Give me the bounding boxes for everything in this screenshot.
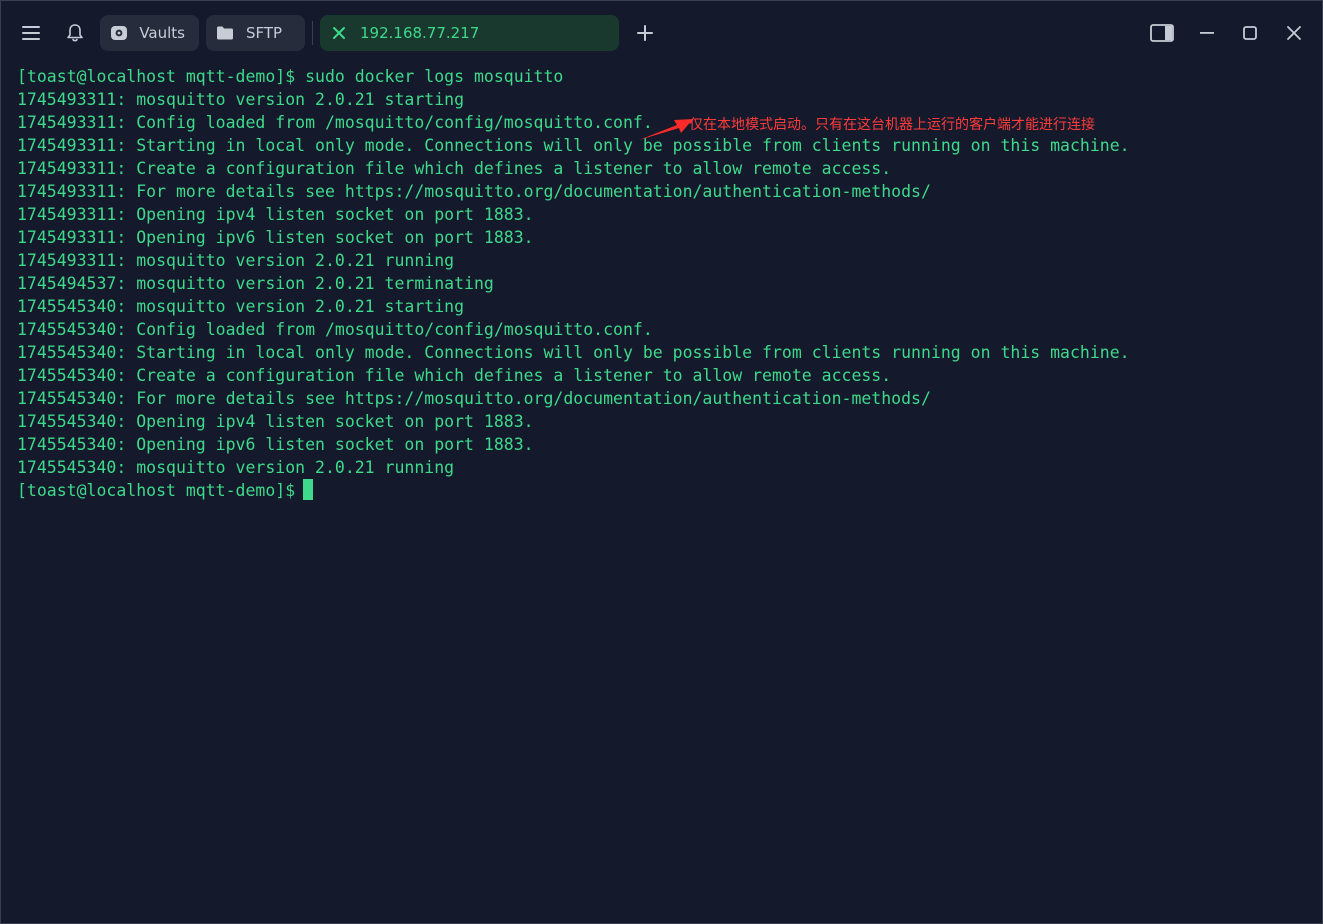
terminal-line: 1745545340: For more details see https:/… — [17, 389, 931, 408]
maximize-icon[interactable] — [1238, 21, 1262, 45]
sidebar-toggle-icon[interactable] — [1150, 21, 1174, 45]
tab-label: SFTP — [246, 24, 283, 42]
terminal-cursor — [303, 479, 314, 500]
terminal-line: 1745494537: mosquitto version 2.0.21 ter… — [17, 274, 494, 293]
terminal-line: 1745493311: mosquitto version 2.0.21 run… — [17, 251, 455, 270]
terminal-line: 1745493311: Opening ipv4 listen socket o… — [17, 205, 534, 224]
menu-icon[interactable] — [19, 21, 43, 45]
terminal-prompt-line: [toast@localhost mqtt-demo]$ — [17, 479, 1130, 502]
folder-icon — [214, 22, 236, 44]
terminal-line: 1745545340: Opening ipv6 listen socket o… — [17, 435, 534, 454]
terminal-line: 1745545340: Create a configuration file … — [17, 366, 892, 385]
terminal-line: 1745545340: Opening ipv4 listen socket o… — [17, 412, 534, 431]
terminal-line: 1745545340: Config loaded from /mosquitt… — [17, 320, 653, 339]
tab-label: 192.168.77.217 — [360, 24, 480, 42]
terminal-line: 1745545340: Starting in local only mode.… — [17, 343, 1130, 362]
tab-vaults[interactable]: Vaults — [100, 15, 199, 51]
connected-x-icon[interactable] — [328, 22, 350, 44]
terminal-line: [toast@localhost mqtt-demo]$ sudo docker… — [17, 67, 564, 86]
terminal-line: 1745493311: Starting in local only mode.… — [17, 136, 1130, 155]
terminal-prompt: [toast@localhost mqtt-demo]$ — [17, 481, 296, 500]
annotation-arrow-icon — [639, 119, 693, 140]
terminal-line: 1745493311: Create a configuration file … — [17, 159, 892, 178]
bell-icon[interactable] — [63, 21, 87, 45]
tab-sftp[interactable]: SFTP — [206, 15, 305, 51]
tab-host[interactable]: 192.168.77.217 — [320, 15, 619, 51]
minimize-icon[interactable] — [1195, 21, 1219, 45]
terminal-line: 1745493311: For more details see https:/… — [17, 182, 931, 201]
vault-icon — [108, 22, 129, 44]
terminal-line: 1745545340: mosquitto version 2.0.21 sta… — [17, 297, 465, 316]
close-icon[interactable] — [1282, 21, 1306, 45]
terminal-line: 1745493311: Opening ipv6 listen socket o… — [17, 228, 534, 247]
terminal-line: 1745493311: mosquitto version 2.0.21 sta… — [17, 90, 465, 109]
tab-divider — [312, 21, 313, 45]
title-bar: Vaults SFTP 192.168.77.217 — [1, 1, 1322, 63]
terminal-window: Vaults SFTP 192.168.77.217 [toast@localh… — [0, 0, 1323, 924]
add-tab-icon[interactable] — [633, 21, 657, 45]
tab-label: Vaults — [139, 24, 185, 42]
terminal-line: 1745545340: mosquitto version 2.0.21 run… — [17, 458, 455, 477]
annotation-note: 仅在本地模式启动。只有在这台机器上运行的客户端才能进行连接 — [689, 117, 1095, 133]
